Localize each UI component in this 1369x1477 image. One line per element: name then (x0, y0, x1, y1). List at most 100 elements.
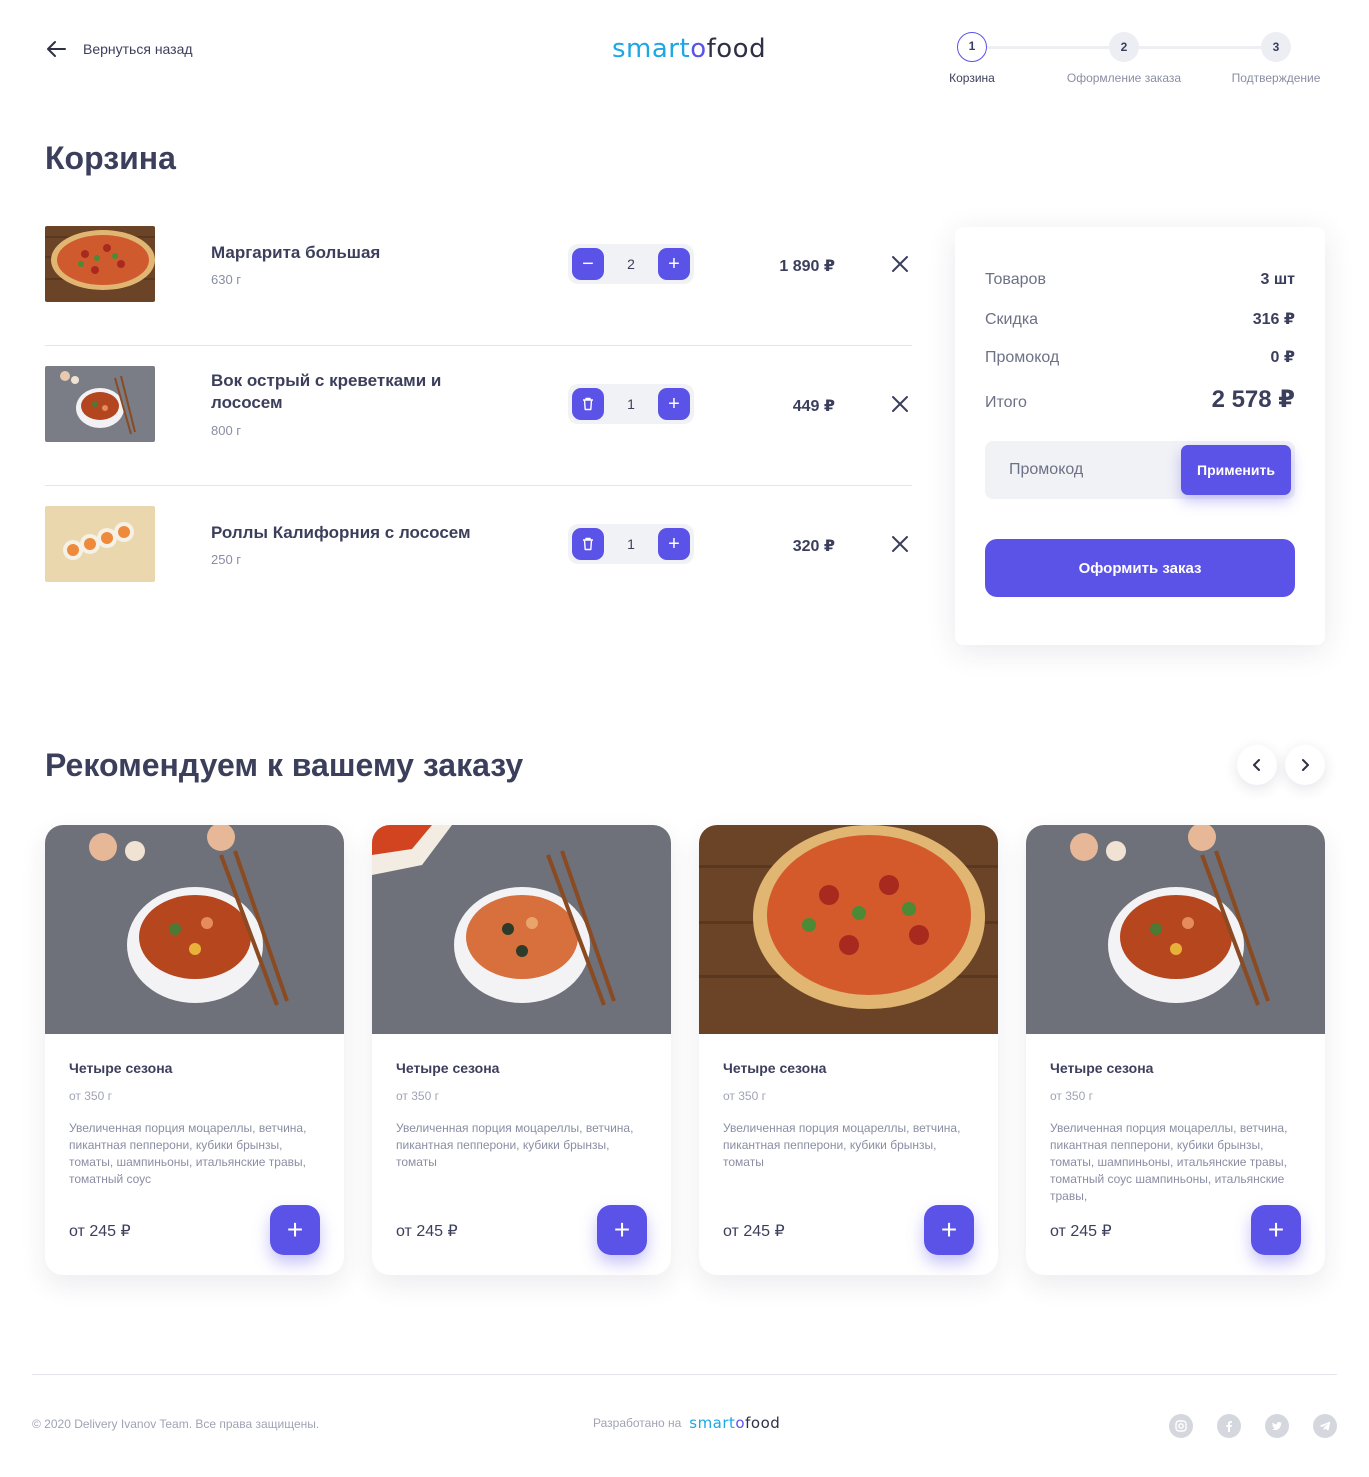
product-weight: 250 г (211, 552, 242, 567)
summary-promo: Промокод 0 ₽ (985, 349, 1295, 366)
card-description: Увеличенная порция моцареллы, ветчина, п… (396, 1121, 634, 1169)
quantity-stepper: 1 + (568, 524, 694, 564)
summary-discount: Скидка 316 ₽ (985, 311, 1295, 328)
carousel-next-button[interactable] (1285, 745, 1325, 785)
back-button[interactable]: Вернуться назад (45, 38, 193, 60)
delete-button[interactable] (572, 388, 604, 420)
checkout-steps: 1 Корзина 2 Оформление заказа 3 Подтверж… (940, 32, 1330, 92)
product-image[interactable] (45, 506, 155, 582)
product-weight: 630 г (211, 272, 242, 287)
card-title: Четыре сезона (69, 1060, 173, 1076)
product-name: Роллы Калифорния с лососем (211, 523, 471, 542)
summary-total: Итого 2 578 ₽ (985, 386, 1295, 413)
developed-by: Разработано на smartofood (593, 1414, 780, 1432)
order-summary: Товаров 3 шт Скидка 316 ₽ Промокод 0 ₽ И… (955, 227, 1325, 645)
product-image[interactable] (45, 366, 155, 442)
plus-icon: + (613, 1214, 631, 1245)
product-image (699, 825, 998, 1034)
chevron-right-icon (1302, 759, 1309, 771)
card-description: Увеличенная порция моцареллы, ветчина, п… (69, 1121, 307, 1186)
product-name: Вок острый с креветками и лососем (211, 371, 442, 412)
step-label: Подтверждение (1231, 71, 1321, 85)
plus-icon: + (668, 533, 680, 555)
plus-icon: + (668, 253, 680, 275)
card-weight: от 350 г (1050, 1089, 1093, 1103)
product-weight: 800 г (211, 423, 242, 438)
cart-row: Роллы Калифорния с лососем 250 г 1 + 320… (45, 486, 912, 626)
instagram-icon[interactable] (1169, 1414, 1193, 1438)
step-label: Оформление заказа (1066, 71, 1182, 85)
trash-icon (583, 397, 593, 411)
product-image[interactable] (45, 226, 155, 302)
decrease-button[interactable]: − (572, 248, 604, 280)
product-image (1026, 825, 1325, 1034)
card-weight: от 350 г (723, 1089, 766, 1103)
product-price: 1 890 ₽ (779, 258, 835, 275)
increase-button[interactable]: + (657, 528, 690, 560)
add-to-cart-button[interactable]: + (597, 1205, 647, 1255)
quantity-value: 1 (627, 536, 635, 552)
step-number: 3 (1261, 32, 1291, 62)
cart-row: Вок острый с креветками и лососем 800 г … (45, 346, 912, 486)
step-number: 1 (957, 32, 987, 62)
arrow-left-icon (47, 41, 66, 57)
page-title: Корзина (45, 140, 176, 176)
close-icon[interactable] (888, 532, 912, 556)
card-title: Четыре сезона (723, 1060, 827, 1076)
increase-button[interactable]: + (657, 388, 690, 420)
add-to-cart-button[interactable]: + (1251, 1205, 1301, 1255)
cart-row: Маргарита большая 630 г − 2 + 1 890 ₽ (45, 206, 912, 346)
plus-icon: + (1267, 1214, 1285, 1245)
card-description: Увеличенная порция моцареллы, ветчина, п… (723, 1121, 961, 1169)
card-weight: от 350 г (69, 1089, 112, 1103)
social-links (1169, 1414, 1337, 1438)
card-title: Четыре сезона (396, 1060, 500, 1076)
step-label: Корзина (949, 71, 995, 85)
recommendations-carousel: Четыре сезона от 350 г Увеличенная порци… (45, 825, 1325, 1275)
card-weight: от 350 г (396, 1089, 439, 1103)
checkout-button[interactable]: Оформить заказ (985, 539, 1295, 597)
card-price: от 245 ₽ (396, 1223, 458, 1240)
product-price: 320 ₽ (792, 538, 835, 555)
add-to-cart-button[interactable]: + (270, 1205, 320, 1255)
promo-input[interactable] (985, 441, 1185, 499)
chevron-left-icon (1253, 759, 1260, 771)
promo-field: Применить (985, 441, 1295, 499)
quantity-value: 2 (627, 256, 635, 272)
product-card[interactable]: Четыре сезона от 350 г Увеличенная порци… (372, 825, 671, 1275)
developed-by-label: Разработано на (593, 1416, 682, 1430)
card-title: Четыре сезона (1050, 1060, 1154, 1076)
step-number: 2 (1109, 32, 1139, 62)
footer-logo[interactable]: smartofood (689, 1414, 780, 1432)
copyright: © 2020 Delivery Ivanov Team. Все права з… (32, 1417, 320, 1431)
product-card[interactable]: Четыре сезона от 350 г Увеличенная порци… (45, 825, 344, 1275)
product-image (372, 825, 671, 1034)
minus-icon: − (582, 253, 594, 275)
back-label: Вернуться назад (83, 41, 193, 57)
product-name: Маргарита большая (211, 243, 381, 262)
increase-button[interactable]: + (657, 248, 690, 280)
trash-icon (583, 537, 593, 551)
product-image (45, 825, 344, 1034)
plus-icon: + (286, 1214, 304, 1245)
close-icon[interactable] (888, 392, 912, 416)
twitter-icon[interactable] (1265, 1414, 1289, 1438)
step-cart[interactable]: 1 Корзина (912, 32, 1032, 85)
step-confirm[interactable]: 3 Подтверждение (1216, 32, 1336, 85)
quantity-stepper: 1 + (568, 384, 694, 424)
step-order[interactable]: 2 Оформление заказа (1064, 32, 1184, 85)
recommendations-title: Рекомендуем к вашему заказу (45, 747, 524, 783)
add-to-cart-button[interactable]: + (924, 1205, 974, 1255)
product-price: 449 ₽ (792, 398, 835, 415)
apply-promo-button[interactable]: Применить (1181, 445, 1291, 495)
logo[interactable]: smartofood (612, 34, 766, 64)
facebook-icon[interactable] (1217, 1414, 1241, 1438)
carousel-prev-button[interactable] (1237, 745, 1277, 785)
close-icon[interactable] (888, 252, 912, 276)
delete-button[interactable] (572, 528, 604, 560)
product-card[interactable]: Четыре сезона от 350 г Увеличенная порци… (699, 825, 998, 1275)
plus-icon: + (940, 1214, 958, 1245)
product-card[interactable]: Четыре сезона от 350 г Увеличенная порци… (1026, 825, 1325, 1275)
card-price: от 245 ₽ (723, 1223, 785, 1240)
telegram-icon[interactable] (1313, 1414, 1337, 1438)
